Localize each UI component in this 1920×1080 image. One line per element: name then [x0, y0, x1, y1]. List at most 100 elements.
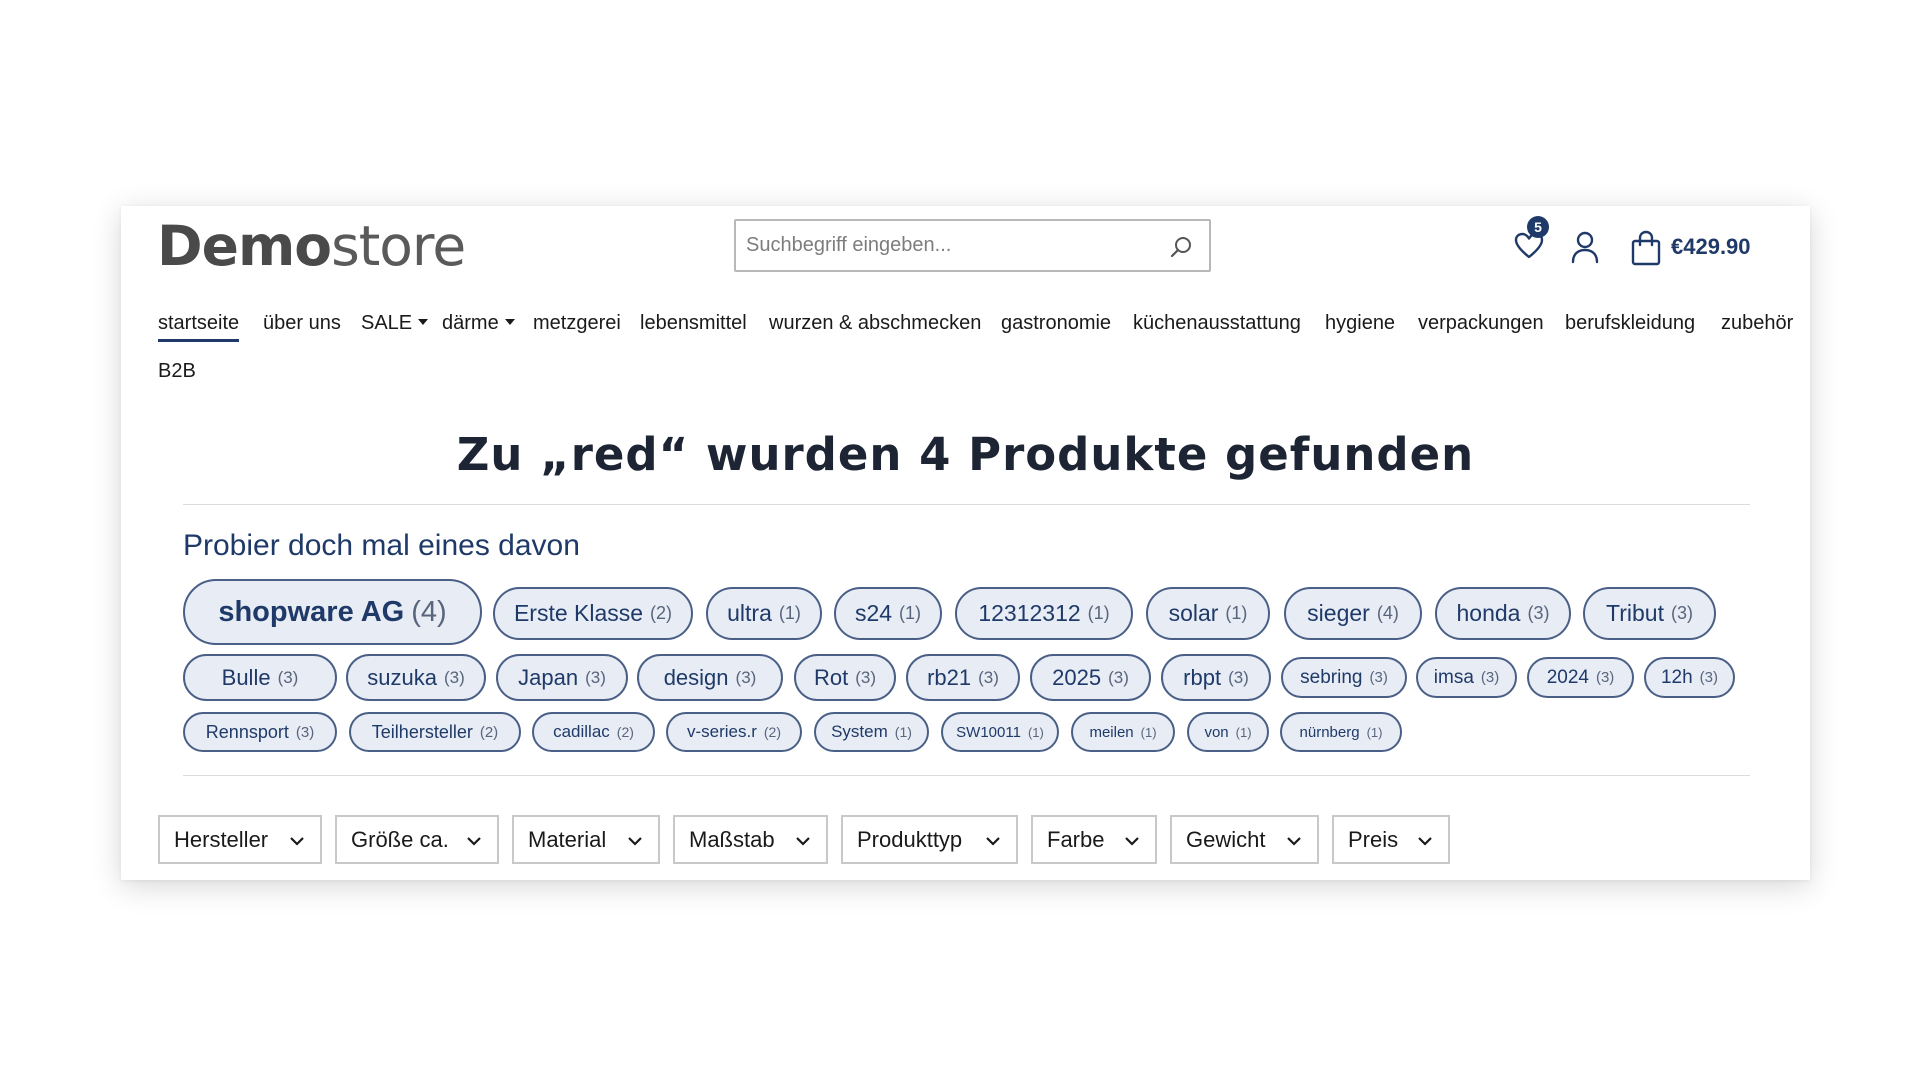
suggestion-tag[interactable]: Tribut (3): [1583, 587, 1716, 640]
tag-label: honda: [1456, 600, 1521, 626]
tag-label: design: [663, 664, 729, 690]
nav-item-label: küchenausstattung: [1133, 312, 1301, 334]
tag-count: (2): [616, 724, 634, 740]
suggestion-tag[interactable]: 12312312 (1): [955, 587, 1133, 640]
nav-item-daerme[interactable]: därme: [442, 312, 515, 335]
nav-item-lebensmittel[interactable]: lebensmittel: [640, 312, 747, 335]
tag-label: s24: [854, 600, 893, 626]
tag-label: System: [831, 722, 888, 741]
filter-label: Größe ca.: [351, 826, 449, 852]
suggestion-tag[interactable]: SW10011 (1): [941, 712, 1059, 752]
user-icon[interactable]: [1569, 230, 1601, 264]
filter-farbe[interactable]: Farbe: [1031, 815, 1157, 864]
tag-count: (1): [1027, 724, 1044, 740]
filter-material[interactable]: Material: [512, 815, 660, 864]
suggestion-tag[interactable]: ultra (1): [706, 587, 822, 640]
shopping-bag-icon[interactable]: [1629, 230, 1663, 266]
suggestion-tag[interactable]: solar (1): [1146, 587, 1270, 640]
suggestion-tag[interactable]: s24 (1): [834, 587, 942, 640]
nav-item-ueber-uns[interactable]: über uns: [263, 312, 341, 335]
suggestion-tag[interactable]: nürnberg (1): [1280, 712, 1402, 752]
search-box: [734, 219, 1211, 272]
suggestion-tag[interactable]: Erste Klasse (2): [493, 587, 693, 640]
caret-down-icon: [418, 318, 429, 325]
suggestion-tag[interactable]: Rot (3): [794, 654, 896, 701]
logo-light-text: store: [331, 214, 466, 278]
tag-label: meilen: [1089, 723, 1134, 741]
nav-item-kuechenausstattung[interactable]: küchenausstattung: [1133, 312, 1301, 335]
filter-groesse[interactable]: Größe ca.: [335, 815, 499, 864]
chevron-down-icon: [1125, 837, 1139, 846]
suggestion-tag[interactable]: von (1): [1187, 712, 1269, 752]
suggestion-tag[interactable]: suzuka (3): [346, 654, 486, 701]
filter-hersteller[interactable]: Hersteller: [158, 815, 322, 864]
tag-count: (3): [1595, 669, 1615, 686]
tag-count: (2): [763, 724, 782, 740]
suggestion-tag[interactable]: meilen (1): [1071, 712, 1175, 752]
nav-item-label: därme: [442, 312, 499, 334]
cart-total[interactable]: €429.90: [1671, 234, 1751, 260]
nav-item-label: verpackungen: [1418, 312, 1544, 334]
tag-count: (1): [1140, 724, 1157, 740]
suggestion-tag[interactable]: Teilhersteller (2): [349, 712, 521, 752]
tag-count: (1): [894, 724, 912, 740]
nav-item-label: über uns: [263, 312, 341, 334]
tag-count: (1): [1225, 603, 1248, 623]
tag-count: (3): [585, 667, 606, 687]
tag-label: 2025: [1052, 664, 1102, 690]
search-icon[interactable]: [1169, 234, 1195, 260]
suggestion-tag[interactable]: 12h (3): [1644, 657, 1735, 698]
nav-item-label: berufskleidung: [1565, 312, 1696, 334]
suggestion-tag[interactable]: Bulle (3): [183, 654, 337, 701]
nav-item-berufskleidung[interactable]: berufskleidung: [1565, 312, 1695, 335]
suggestion-tag[interactable]: 2025 (3): [1030, 654, 1151, 701]
suggestion-tag[interactable]: v-series.r (2): [666, 712, 802, 752]
suggestion-tag[interactable]: imsa (3): [1416, 657, 1517, 698]
tag-count: (3): [1527, 603, 1550, 623]
filter-preis[interactable]: Preis: [1332, 815, 1450, 864]
tag-count: (1): [1366, 724, 1383, 740]
chevron-down-icon: [1287, 837, 1301, 846]
suggestion-tag[interactable]: sieger (4): [1284, 587, 1422, 640]
suggestion-tag[interactable]: Rennsport (3): [183, 712, 337, 752]
suggestion-tag[interactable]: 2024 (3): [1527, 657, 1634, 698]
caret-down-icon: [504, 318, 515, 325]
nav-item-label: startseite: [158, 312, 240, 334]
tag-count: (3): [1670, 603, 1693, 623]
nav-item-label: wurzen & abschmecken: [769, 312, 982, 334]
nav-item-wurzen-abschmecken[interactable]: wurzen & abschmecken: [769, 312, 981, 335]
tag-count: (2): [479, 723, 499, 741]
suggestion-tag[interactable]: design (3): [637, 654, 783, 701]
filter-massstab[interactable]: Maßstab: [673, 815, 828, 864]
nav-item-sale[interactable]: SALE: [361, 312, 429, 335]
nav-item-b2b[interactable]: B2B: [158, 360, 196, 383]
suggestion-tag[interactable]: shopware AG (4): [183, 579, 482, 645]
tag-label: v-series.r: [686, 722, 757, 741]
suggestion-tag[interactable]: Japan (3): [496, 654, 628, 701]
filter-gewicht[interactable]: Gewicht: [1170, 815, 1319, 864]
nav-item-gastronomie[interactable]: gastronomie: [1001, 312, 1111, 335]
nav-item-label: hygiene: [1325, 312, 1396, 334]
suggestion-tag[interactable]: rb21 (3): [906, 654, 1020, 701]
search-input[interactable]: [746, 227, 1146, 263]
filter-label: Maßstab: [689, 826, 775, 852]
filter-label: Preis: [1348, 826, 1399, 852]
suggestion-tag[interactable]: honda (3): [1435, 587, 1571, 640]
nav-item-metzgerei[interactable]: metzgerei: [533, 312, 621, 335]
chevron-down-icon: [796, 837, 810, 846]
suggestion-tag[interactable]: cadillac (2): [532, 712, 655, 752]
nav-item-zubehoer[interactable]: zubehör: [1721, 312, 1793, 335]
store-logo[interactable]: Demostore: [157, 214, 466, 278]
tag-label: sieger: [1307, 600, 1370, 626]
suggestion-tag[interactable]: sebring (3): [1281, 657, 1407, 698]
filter-label: Material: [528, 826, 607, 852]
tag-label: shopware AG: [218, 595, 405, 628]
suggestions-title: Probier doch mal eines davon: [183, 529, 580, 562]
nav-item-startseite[interactable]: startseite: [158, 312, 240, 342]
nav-item-verpackungen[interactable]: verpackungen: [1418, 312, 1544, 335]
suggestion-tag[interactable]: System (1): [814, 712, 929, 752]
filter-produkttyp[interactable]: Produkttyp: [841, 815, 1018, 864]
nav-item-label: SALE: [361, 312, 413, 334]
suggestion-tag[interactable]: rbpt (3): [1161, 654, 1271, 701]
nav-item-hygiene[interactable]: hygiene: [1325, 312, 1395, 335]
